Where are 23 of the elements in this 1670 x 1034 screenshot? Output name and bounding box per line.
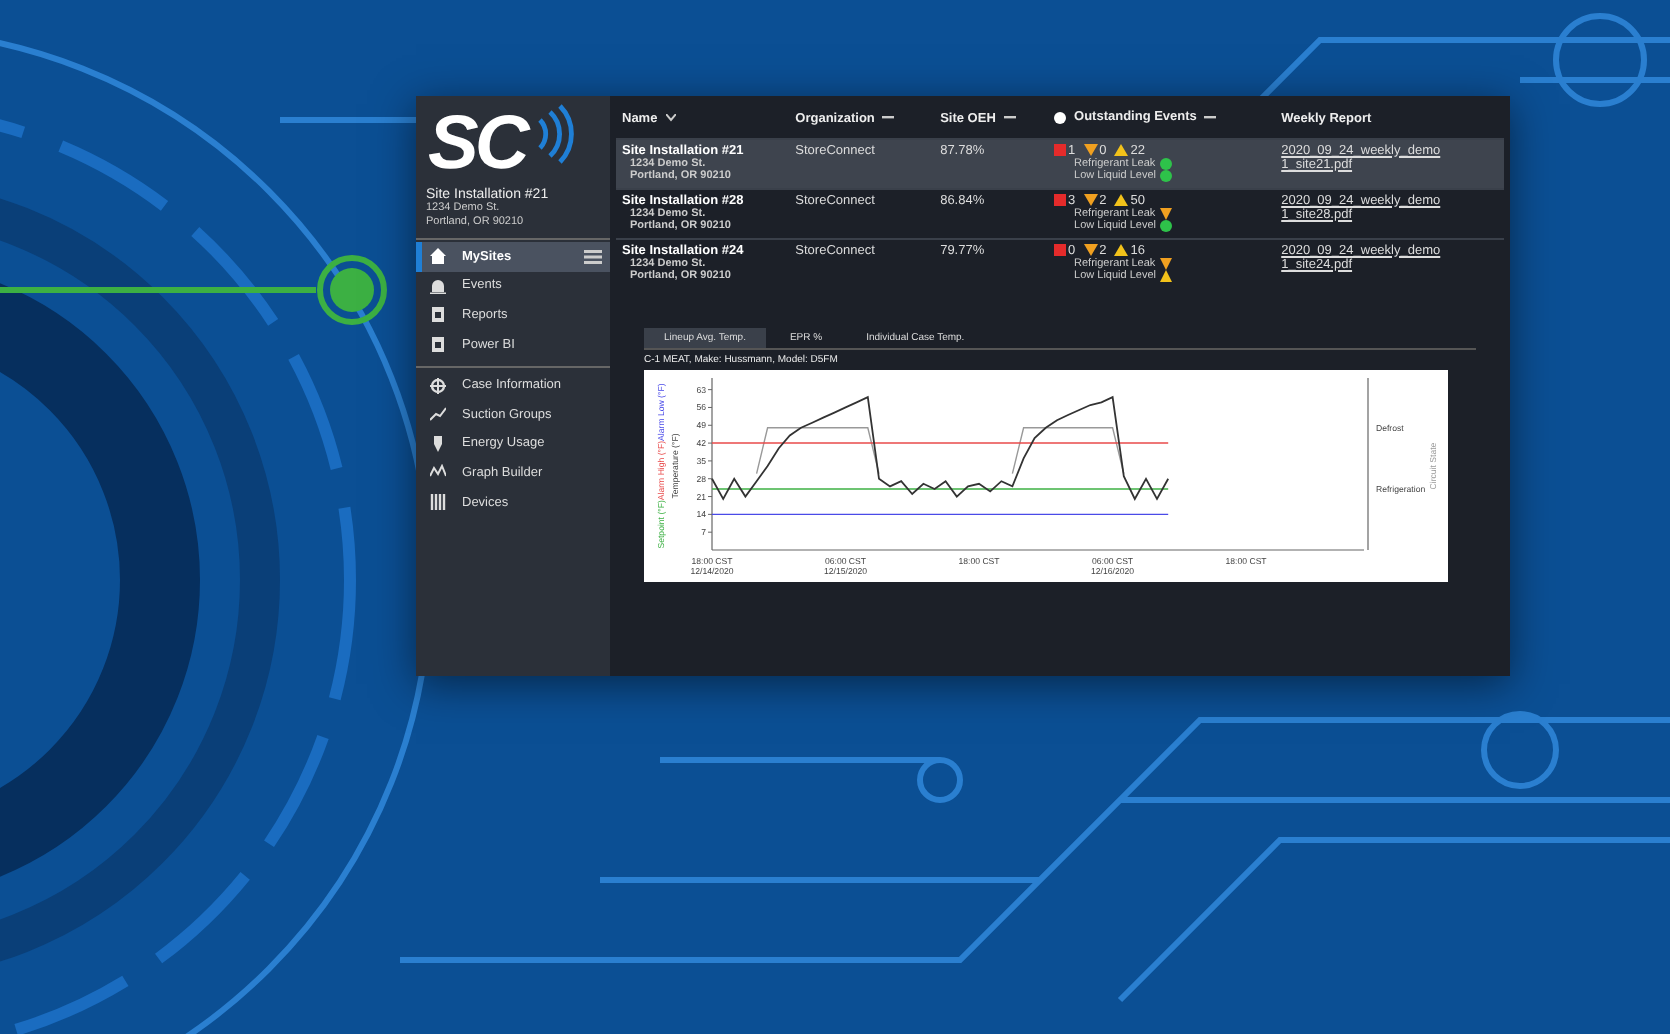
bars-icon — [430, 494, 446, 511]
pulse-icon — [430, 464, 446, 481]
trend-line-icon — [430, 406, 446, 423]
down-triangle-icon — [1083, 244, 1098, 256]
warning-triangle-icon — [1114, 244, 1129, 256]
square-icon — [1054, 144, 1067, 156]
square-icon — [1054, 244, 1067, 256]
signal-waves-icon — [533, 104, 578, 164]
menu-icon[interactable] — [584, 249, 602, 264]
home-icon — [430, 248, 446, 265]
warning-triangle-icon — [1114, 194, 1129, 206]
siren-icon — [430, 277, 446, 294]
caret-icon[interactable] — [665, 114, 676, 123]
down-triangle-icon — [1083, 194, 1098, 206]
warning-triangle-icon — [1114, 144, 1129, 156]
logo: SC — [428, 104, 530, 184]
minus-icon[interactable] — [882, 116, 895, 121]
minus-icon[interactable] — [1204, 115, 1217, 119]
plug-icon — [430, 435, 446, 452]
down-triangle-icon — [1083, 144, 1098, 156]
minus-icon[interactable] — [1003, 116, 1016, 121]
square-icon — [1054, 194, 1067, 206]
crosshair-icon — [430, 377, 446, 394]
